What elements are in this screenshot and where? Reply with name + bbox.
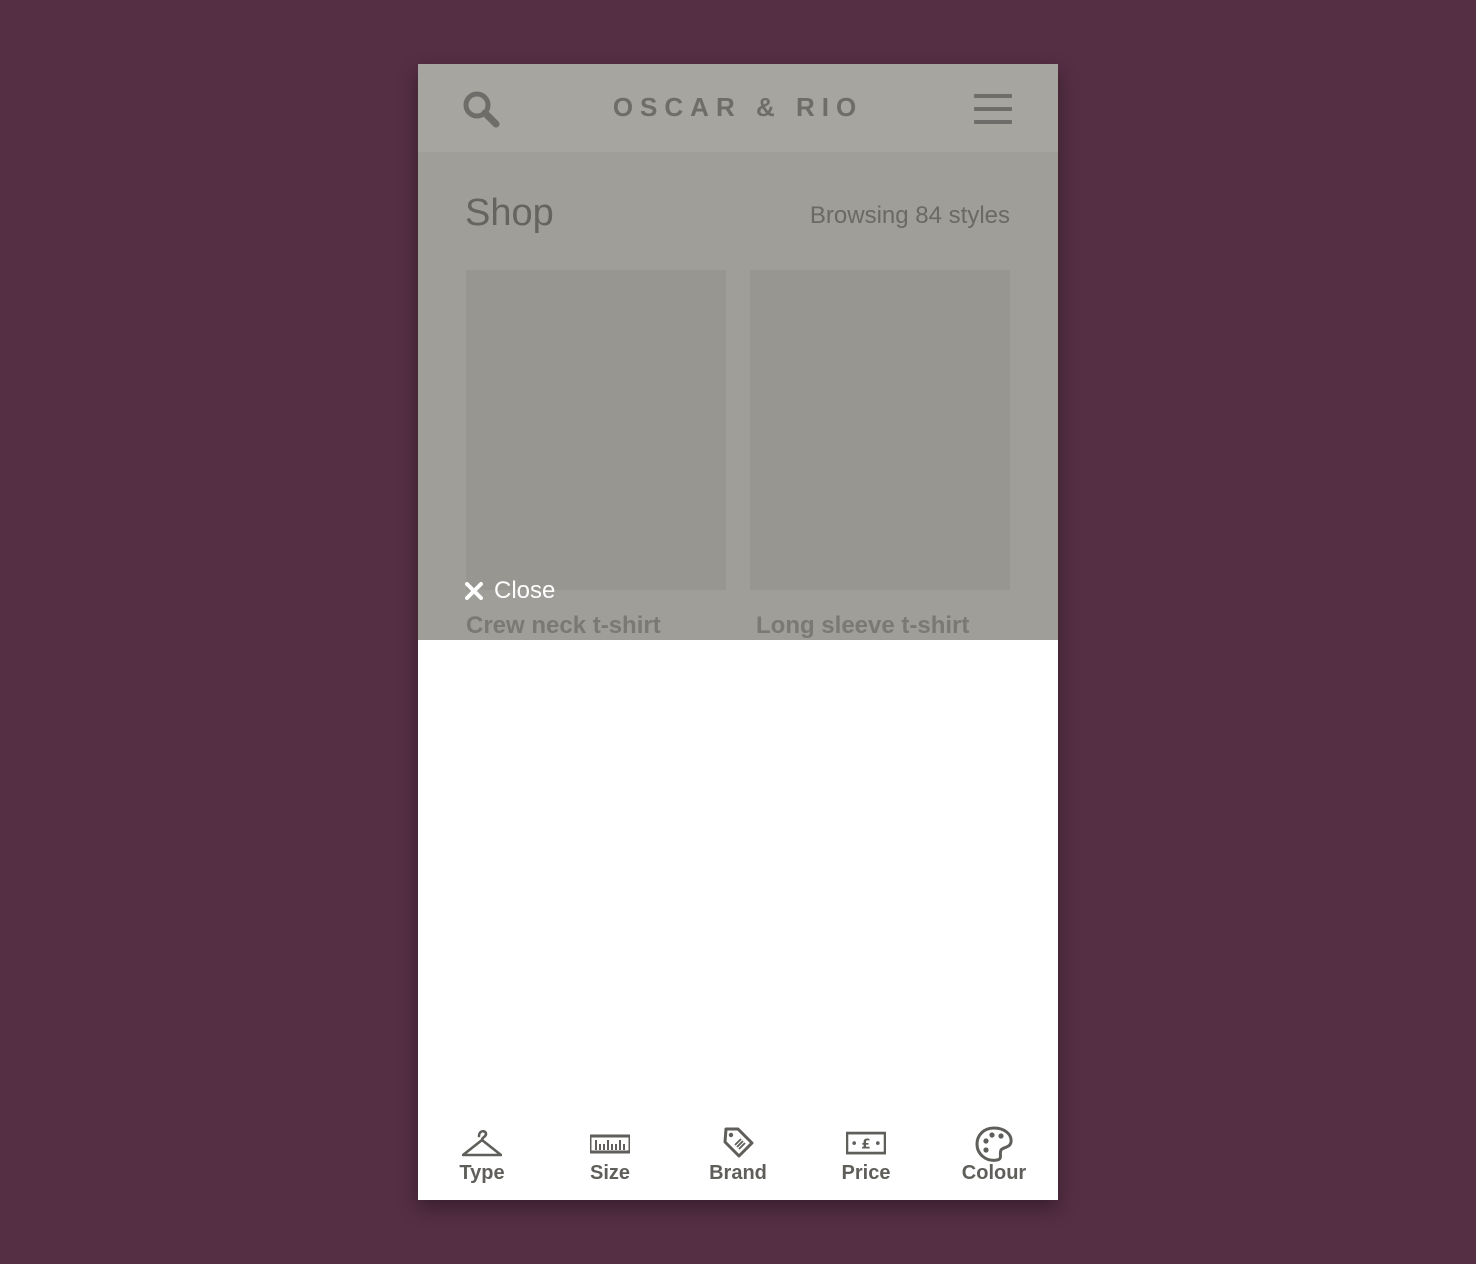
hanger-icon xyxy=(462,1129,502,1157)
close-icon xyxy=(465,582,483,600)
app-header: OSCAR & RIO xyxy=(418,64,1058,152)
menu-icon[interactable] xyxy=(974,92,1012,126)
filter-brand[interactable]: Brand xyxy=(674,1120,802,1200)
svg-text:£: £ xyxy=(861,1137,870,1153)
close-label: Close xyxy=(494,577,556,604)
filter-label: Colour xyxy=(961,1162,1027,1184)
brand-logo[interactable]: OSCAR & RIO xyxy=(418,92,1058,123)
filter-label: Brand xyxy=(709,1162,767,1184)
page-title: Shop xyxy=(465,192,554,234)
browse-count: Browsing 84 styles xyxy=(809,202,1010,229)
filter-price[interactable]: £ Price xyxy=(802,1120,930,1200)
filter-type[interactable]: Type xyxy=(418,1120,546,1200)
filter-size[interactable]: Size xyxy=(546,1120,674,1200)
product-name[interactable]: Crew neck t-shirt xyxy=(466,612,661,640)
product-image[interactable] xyxy=(466,270,726,590)
filter-label: Price xyxy=(841,1162,891,1184)
ruler-icon xyxy=(590,1134,630,1154)
product-name[interactable]: Long sleeve t-shirt xyxy=(756,612,969,640)
banknote-icon: £ xyxy=(846,1131,886,1155)
tag-icon xyxy=(723,1127,754,1158)
product-image[interactable] xyxy=(750,270,1010,590)
palette-icon xyxy=(975,1126,1013,1162)
filter-label: Type xyxy=(459,1162,505,1184)
phone-frame: OSCAR & RIO Shop Browsing 84 styles Crew… xyxy=(418,64,1058,1200)
dimmed-content: OSCAR & RIO Shop Browsing 84 styles Crew… xyxy=(418,64,1058,640)
filter-label: Size xyxy=(589,1162,631,1184)
close-button[interactable]: Close xyxy=(465,576,555,606)
filter-bar: Type Size Brand £ Price Colour xyxy=(418,1120,1058,1200)
filter-colour[interactable]: Colour xyxy=(930,1120,1058,1200)
